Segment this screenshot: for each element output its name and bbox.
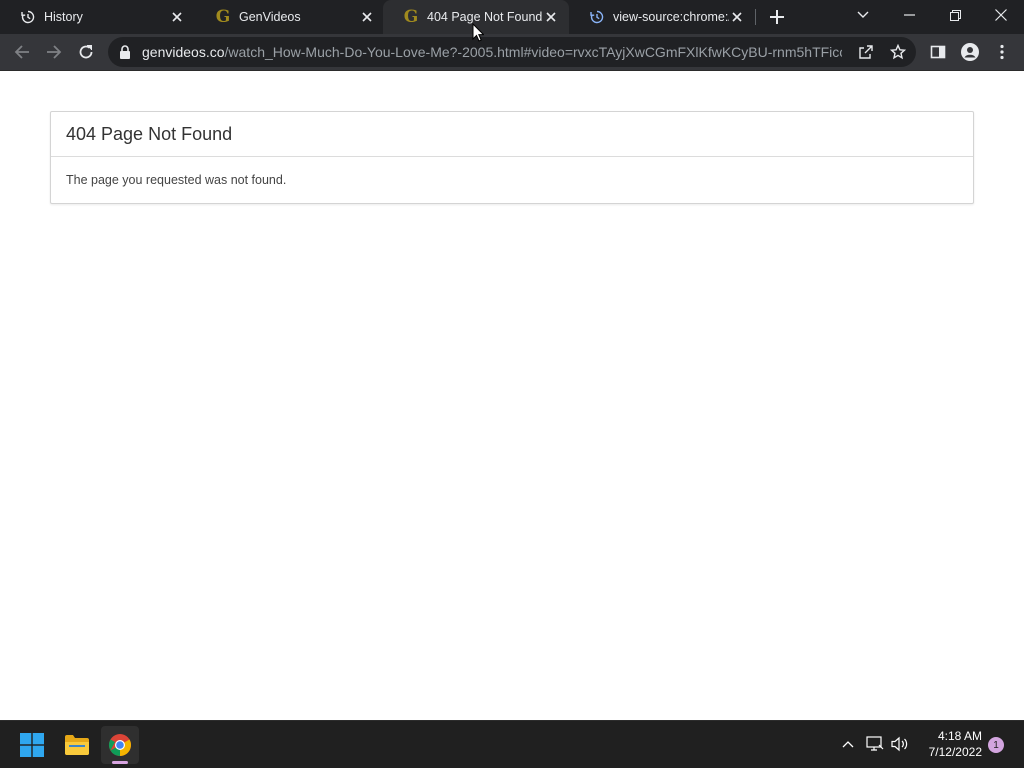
tab-title: History xyxy=(44,10,83,24)
url-host: genvideos.co xyxy=(142,44,225,60)
reload-button[interactable] xyxy=(72,38,100,66)
forward-button[interactable] xyxy=(40,38,68,66)
minimize-button[interactable] xyxy=(886,0,932,30)
profile-button[interactable] xyxy=(956,38,984,66)
genvideos-favicon-icon: G xyxy=(403,7,419,27)
chrome-taskbar-button[interactable] xyxy=(101,726,139,764)
tab-strip: History G GenVideos G 404 Page Not Found… xyxy=(0,0,1024,34)
side-panel-button[interactable] xyxy=(924,38,952,66)
speaker-icon xyxy=(891,736,908,752)
side-panel-icon xyxy=(930,45,946,59)
menu-button[interactable] xyxy=(988,38,1016,66)
close-tab-icon[interactable] xyxy=(169,9,185,25)
tab-separator xyxy=(755,9,756,25)
history-icon xyxy=(20,9,36,25)
forward-arrow-icon xyxy=(47,45,62,59)
panel-title: 404 Page Not Found xyxy=(51,112,973,157)
notification-badge[interactable]: 1 xyxy=(988,737,1004,753)
reload-icon xyxy=(79,45,93,59)
url-path: /watch_How-Much-Do-You-Love-Me?-2005.htm… xyxy=(224,44,842,60)
restore-icon xyxy=(949,9,961,21)
clock-date: 7/12/2022 xyxy=(928,745,982,759)
active-app-indicator xyxy=(112,761,128,764)
back-arrow-icon xyxy=(14,45,29,59)
plus-icon xyxy=(770,10,784,24)
volume-button[interactable] xyxy=(889,733,911,755)
chrome-icon xyxy=(109,734,131,756)
tab-history[interactable]: History xyxy=(0,0,195,34)
genvideos-favicon-icon: G xyxy=(215,7,231,27)
clock-time: 4:18 AM xyxy=(937,729,982,743)
star-icon xyxy=(890,44,906,60)
lock-icon xyxy=(120,45,130,59)
url-text[interactable]: genvideos.co/watch_How-Much-Do-You-Love-… xyxy=(142,37,842,67)
avatar-icon xyxy=(961,43,979,61)
network-button[interactable] xyxy=(864,733,886,755)
bookmark-button[interactable] xyxy=(887,41,909,63)
new-tab-button[interactable] xyxy=(765,5,789,29)
restore-button[interactable] xyxy=(932,0,978,30)
chevron-down-icon xyxy=(857,11,869,18)
show-hidden-icons-button[interactable] xyxy=(837,733,859,755)
history-icon xyxy=(589,9,605,25)
mouse-cursor-icon xyxy=(472,23,484,42)
share-button[interactable] xyxy=(855,41,877,63)
close-tab-icon[interactable] xyxy=(543,9,559,25)
close-tab-icon[interactable] xyxy=(359,9,375,25)
page-content: 404 Page Not Found The page you requeste… xyxy=(0,71,1024,720)
close-window-button[interactable] xyxy=(978,0,1024,30)
close-tab-icon[interactable] xyxy=(729,9,745,25)
folder-icon xyxy=(65,735,89,755)
tab-title: 404 Page Not Found xyxy=(427,10,543,24)
tab-view-source[interactable]: view-source:chrome:// xyxy=(569,0,755,34)
minimize-icon xyxy=(903,14,915,16)
back-button[interactable] xyxy=(8,38,36,66)
chevron-up-icon xyxy=(842,741,854,748)
tab-title: view-source:chrome:// xyxy=(613,10,729,24)
network-icon xyxy=(866,736,884,751)
error-message: The page you requested was not found. xyxy=(66,173,287,187)
kebab-menu-icon xyxy=(1000,44,1004,60)
file-explorer-button[interactable] xyxy=(58,726,96,764)
address-bar[interactable]: genvideos.co/watch_How-Much-Do-You-Love-… xyxy=(108,37,916,67)
close-icon xyxy=(995,9,1007,21)
browser-toolbar: genvideos.co/watch_How-Much-Do-You-Love-… xyxy=(0,34,1024,71)
error-panel: 404 Page Not Found The page you requeste… xyxy=(50,111,974,204)
tab-search-button[interactable] xyxy=(840,0,886,30)
tab-genvideos[interactable]: G GenVideos xyxy=(195,0,385,34)
clock[interactable]: 4:18 AM 7/12/2022 xyxy=(916,728,982,760)
windows-logo-icon xyxy=(20,733,44,757)
taskbar: 4:18 AM 7/12/2022 1 xyxy=(0,720,1024,768)
share-icon xyxy=(859,45,873,59)
tab-title: GenVideos xyxy=(239,10,301,24)
start-button[interactable] xyxy=(13,726,51,764)
